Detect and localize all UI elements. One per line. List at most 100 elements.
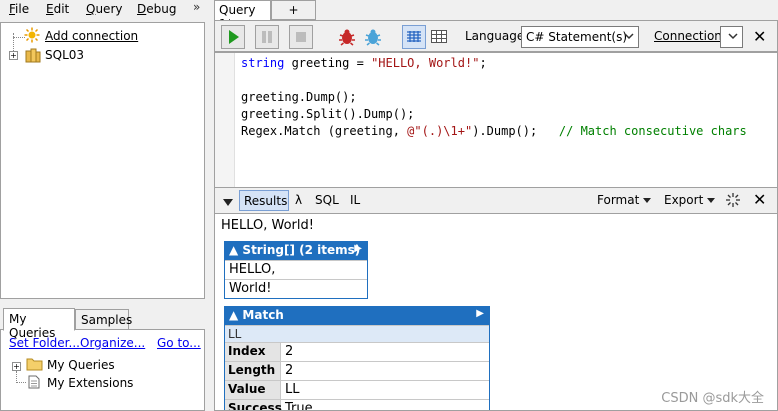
row-value: 2	[285, 344, 294, 359]
table-row: World!	[225, 279, 367, 298]
row-key: Success	[225, 400, 282, 410]
my-queries-panel: Set Folder... Organize... Go to... + My …	[0, 329, 205, 411]
query-toolbar: Language C# Statement(s) Connection ✕	[214, 20, 778, 52]
string-array-table: ▲ String[] (2 items) ▶ HELLO, World!	[224, 241, 368, 299]
close-query-icon[interactable]: ✕	[753, 27, 766, 46]
pause-icon	[262, 31, 272, 43]
expand-right-icon: ▶	[354, 243, 362, 254]
menu-bar: File Edit Query Debug	[0, 0, 212, 20]
match-table: ▲ Match ▶ LL Index 2 Length 2 Value LL S…	[224, 306, 490, 411]
format-menu[interactable]: Format	[597, 193, 652, 207]
organize-link[interactable]: Organize...	[80, 336, 145, 350]
folder-icon	[26, 357, 43, 374]
row-value: True	[285, 401, 313, 411]
caret-down-icon	[643, 198, 652, 203]
expand-icon[interactable]: +	[12, 362, 21, 371]
add-connection-link[interactable]: Add connection	[45, 29, 138, 43]
sql-tab[interactable]: SQL	[315, 193, 339, 207]
editor-gutter	[215, 53, 235, 187]
debug-red-bug-icon[interactable]	[337, 27, 357, 50]
lambda-tab[interactable]: λ	[295, 193, 302, 207]
left-tabs: My Queries Samples	[0, 308, 205, 340]
match-subtitle: LL	[225, 325, 489, 342]
code-token: "HELLO, World!"	[371, 56, 480, 70]
connections-panel: Add connection + SQL03	[0, 22, 205, 299]
collapse-up-icon: ▲	[229, 243, 239, 257]
connection-select[interactable]	[720, 26, 743, 48]
undock-icon[interactable]	[725, 192, 741, 211]
code-line: Regex.Match (greeting, @"(.)\1+").Dump()…	[241, 124, 747, 138]
code-line: greeting.Split().Dump();	[241, 107, 414, 121]
chevron-down-icon	[624, 28, 634, 47]
watermark: CSDN @sdk大全	[661, 391, 764, 406]
menu-debug[interactable]: Debug	[137, 2, 176, 16]
caret-down-icon	[707, 198, 716, 203]
code-token: greeting =	[284, 56, 372, 70]
language-select[interactable]: C# Statement(s)	[521, 26, 639, 48]
tab-samples[interactable]: Samples	[75, 309, 132, 330]
document-icon	[28, 375, 40, 392]
folder-my-extensions[interactable]: My Extensions	[47, 376, 133, 390]
string-array-header[interactable]: ▲ String[] (2 items) ▶	[225, 242, 367, 260]
code-token: greeting.Dump();	[241, 90, 357, 104]
results-panel: HELLO, World! ▲ String[] (2 items) ▶ HEL…	[214, 213, 778, 411]
results-tab[interactable]: Results	[239, 190, 289, 211]
code-line: string greeting = "HELLO, World!";	[241, 56, 487, 70]
table-row: Value LL	[225, 380, 489, 399]
expand-right-icon: ▶	[476, 308, 484, 319]
results-bar: Results λ SQL IL Format Export ✕	[214, 188, 778, 213]
results-in-rich-text-button[interactable]	[402, 25, 426, 49]
expand-icon[interactable]: +	[9, 51, 18, 60]
connection-label[interactable]: Connection	[654, 29, 722, 43]
format-label: Format	[597, 193, 640, 207]
results-in-grid-icon[interactable]	[430, 28, 448, 49]
tree-line	[16, 382, 26, 383]
il-tab[interactable]: IL	[350, 193, 360, 207]
go-to-link[interactable]: Go to...	[157, 336, 201, 350]
menu-file[interactable]: File	[9, 2, 29, 16]
language-select-value: C# Statement(s)	[526, 30, 628, 44]
table-row: Index 2	[225, 342, 489, 361]
string-array-title: String[] (2 items)	[242, 243, 361, 257]
menu-query[interactable]: Query	[86, 2, 122, 16]
code-token: Regex.Match (greeting,	[241, 124, 408, 138]
stop-button[interactable]	[289, 25, 313, 49]
connection-sql03[interactable]: SQL03	[45, 48, 84, 62]
play-icon	[229, 30, 239, 44]
chevron-down-icon	[728, 28, 738, 47]
code-editor[interactable]: string greeting = "HELLO, World!"; greeti…	[214, 52, 778, 188]
row-value: LL	[285, 382, 300, 397]
table-row: Success True	[225, 399, 489, 411]
export-menu[interactable]: Export	[664, 193, 716, 207]
database-icon	[25, 47, 41, 66]
code-token: ;	[479, 56, 487, 70]
tab-my-queries[interactable]: My Queries	[3, 308, 75, 340]
row-key: Length	[225, 362, 281, 380]
match-header[interactable]: ▲ Match ▶	[225, 307, 489, 325]
code-token: @"(.)\1+"	[407, 124, 473, 138]
folder-my-queries[interactable]: My Queries	[47, 358, 115, 372]
export-label: Export	[664, 193, 704, 207]
debug-blue-bug-icon[interactable]	[363, 27, 383, 50]
rich-text-grid-icon	[407, 31, 421, 42]
table-row: HELLO,	[225, 260, 367, 279]
code-line: greeting.Dump();	[241, 90, 357, 104]
table-cell: HELLO,	[229, 262, 276, 277]
collapse-triangle-icon[interactable]	[223, 196, 233, 210]
tab-query-1[interactable]: Query 1*	[214, 0, 271, 31]
row-key: Value	[225, 381, 281, 399]
code-token: // Match consecutive chars	[558, 124, 747, 138]
pause-button[interactable]	[255, 25, 279, 49]
code-token: ).Dump();	[472, 124, 559, 138]
row-value: 2	[285, 363, 294, 378]
dump-output-string: HELLO, World!	[221, 218, 314, 233]
add-connection-icon	[24, 27, 40, 46]
close-results-icon[interactable]: ✕	[753, 190, 766, 209]
menu-edit[interactable]: Edit	[46, 2, 69, 16]
code-token: greeting.Split().Dump();	[241, 107, 415, 121]
new-query-tab-button[interactable]: +	[271, 0, 316, 20]
menu-overflow-icon[interactable]: »	[193, 0, 200, 14]
run-button[interactable]	[221, 25, 245, 49]
match-title: Match	[242, 308, 284, 322]
table-row: Length 2	[225, 361, 489, 380]
